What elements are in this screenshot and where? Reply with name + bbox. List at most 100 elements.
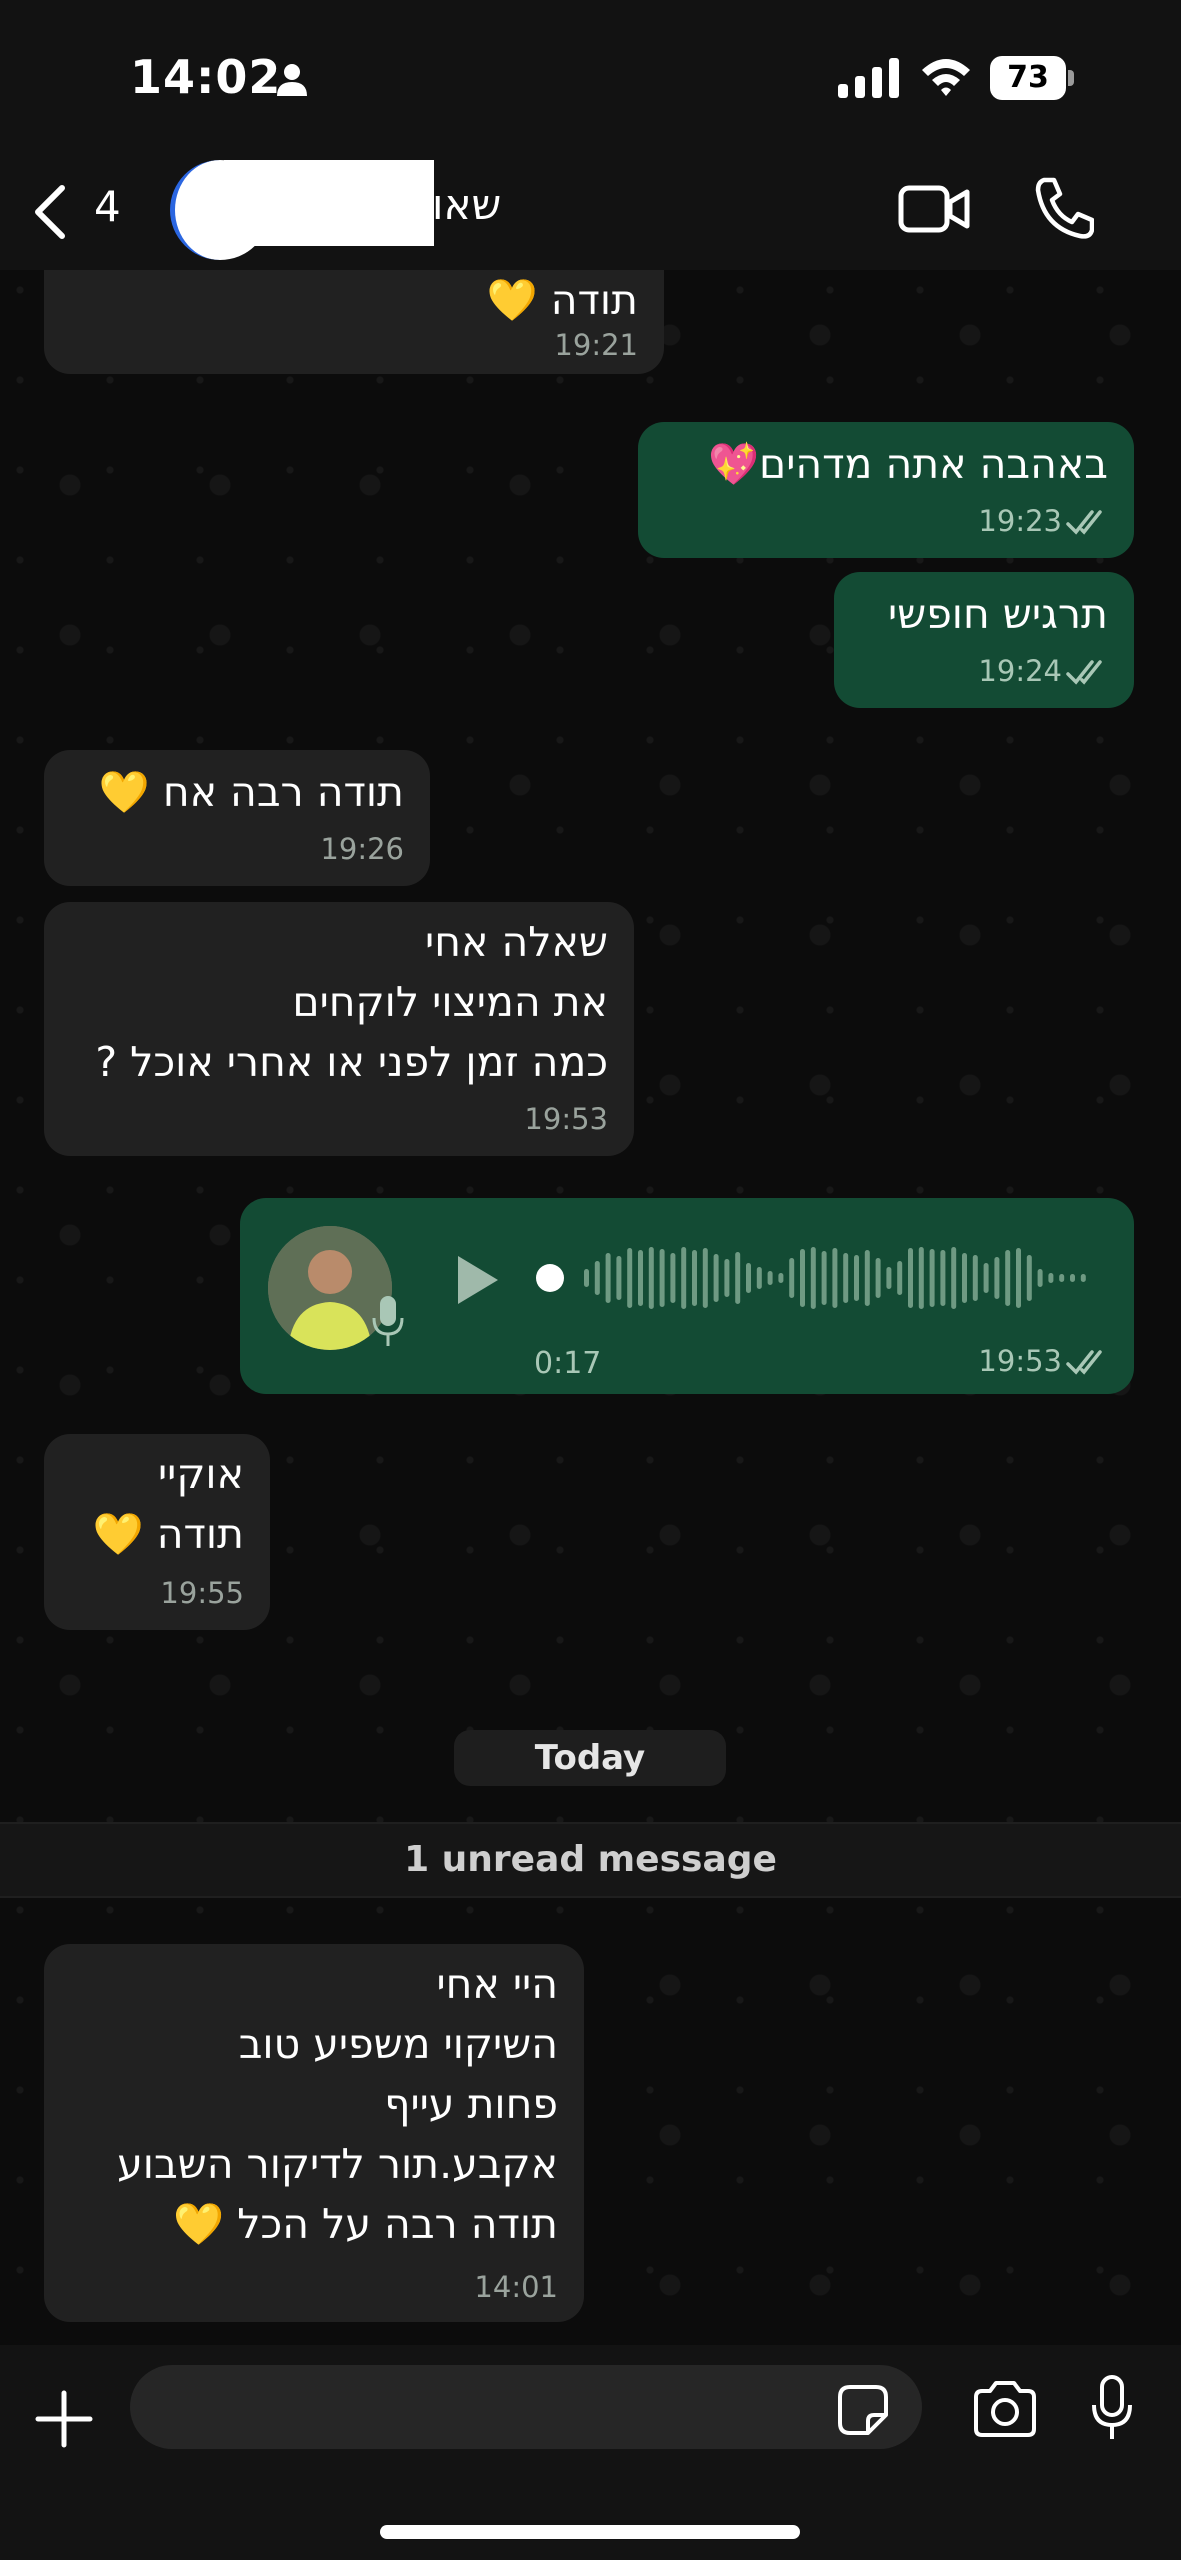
waveform-bar <box>962 1253 967 1303</box>
message-time: 19:55 <box>160 1576 244 1610</box>
waveform-bar <box>897 1261 903 1295</box>
waveform-bar <box>692 1250 697 1306</box>
waveform-bar <box>908 1248 913 1308</box>
message-text: תודה רבה אח 💛 <box>98 768 404 816</box>
person-icon <box>277 64 307 96</box>
battery-tip <box>1068 70 1074 86</box>
plus-icon[interactable] <box>34 2389 94 2449</box>
waveform-bar <box>605 1253 611 1303</box>
voice-message-outgoing[interactable]: 0:17 19:53 <box>240 1198 1134 1394</box>
voice-waveform[interactable] <box>536 1238 1096 1318</box>
waveform-bar <box>713 1254 719 1302</box>
waveform-bar <box>1048 1273 1054 1283</box>
waveform-bar <box>584 1269 589 1287</box>
message-incoming[interactable]: תודה 💛 19:21 <box>44 270 664 374</box>
message-text: אוקיי תודה 💛 <box>92 1450 244 1558</box>
waveform-bar <box>1080 1274 1086 1282</box>
waveform-bar <box>659 1249 665 1307</box>
chat-header: 4 שאו <box>0 160 1181 270</box>
signal-icon <box>838 58 899 98</box>
message-time: 19:23 <box>978 504 1062 538</box>
waveform-bar <box>1059 1274 1065 1282</box>
waveform-bar <box>627 1248 633 1308</box>
home-indicator <box>380 2525 800 2539</box>
waveform-bar <box>951 1247 957 1309</box>
status-time: 14:02 <box>130 50 282 104</box>
waveform-bar <box>756 1267 762 1289</box>
back-chevron-icon[interactable] <box>30 182 70 242</box>
message-time: 14:01 <box>474 2270 558 2304</box>
message-time: 19:53 <box>524 1102 608 1136</box>
message-text: תרגיש חופשי <box>887 590 1108 638</box>
message-incoming[interactable]: אוקיי תודה 💛 19:55 <box>44 1434 270 1630</box>
status-bar: 14:02 73 <box>0 0 1181 160</box>
unread-messages-banner: 1 unread message <box>0 1822 1181 1898</box>
waveform-bar <box>638 1250 643 1306</box>
play-icon[interactable] <box>452 1252 502 1308</box>
voice-duration: 0:17 <box>534 1346 602 1381</box>
waveform-bar <box>746 1263 751 1293</box>
message-text: היי אחי השיקוי משפיע טוב פחות עייף אקבע.… <box>117 1960 558 2248</box>
waveform-bar <box>972 1255 978 1301</box>
battery-level: 73 <box>1007 60 1049 95</box>
waveform-bar <box>843 1253 849 1303</box>
message-time: 19:21 <box>554 328 638 362</box>
waveform-scrubber <box>536 1264 564 1292</box>
wifi-icon <box>922 59 970 96</box>
waveform-bar <box>702 1248 708 1308</box>
waveform-bar <box>929 1249 935 1307</box>
double-check-icon <box>1066 660 1102 685</box>
message-outgoing[interactable]: תרגיש חופשי 19:24 <box>834 572 1134 708</box>
message-text: באהבה אתה מדהים💖 <box>707 440 1108 488</box>
message-text: שאלה אחי את המיצוי לוקחים כמה זמן לפני א… <box>95 918 608 1086</box>
message-time: 19:24 <box>978 654 1062 688</box>
waveform-bar <box>767 1271 773 1285</box>
message-incoming[interactable]: תודה רבה אח 💛 19:26 <box>44 750 430 886</box>
waveform-bar <box>616 1256 622 1300</box>
message-time: 19:53 <box>978 1344 1062 1378</box>
waveform-bar <box>1037 1269 1043 1287</box>
waveform-bar <box>648 1247 654 1309</box>
waveform-bar <box>875 1258 881 1298</box>
message-text: תודה 💛 <box>486 276 638 324</box>
mic-badge-icon <box>372 1296 404 1346</box>
message-incoming[interactable]: היי אחי השיקוי משפיע טוב פחות עייף אקבע.… <box>44 1944 584 2322</box>
waveform-bar <box>854 1255 859 1301</box>
mic-icon[interactable] <box>1090 2375 1134 2441</box>
waveform-bar <box>864 1250 870 1306</box>
double-check-icon <box>1066 1350 1102 1375</box>
redacted-name-block <box>224 160 434 246</box>
message-incoming[interactable]: שאלה אחי את המיצוי לוקחים כמה זמן לפני א… <box>44 902 634 1156</box>
double-check-icon <box>1066 510 1102 535</box>
chat-messages-area[interactable]: תודה 💛 19:21 באהבה אתה מדהים💖 19:23 תרגי… <box>0 270 1181 2345</box>
waveform-bar <box>594 1261 600 1295</box>
waveform-bar <box>983 1263 989 1293</box>
waveform-bar <box>918 1247 924 1309</box>
message-time: 19:26 <box>320 832 404 866</box>
waveform-bar <box>778 1273 784 1283</box>
waveform-bar <box>940 1250 946 1306</box>
waveform-bar <box>810 1247 816 1309</box>
back-unread-count[interactable]: 4 <box>94 182 121 231</box>
battery-indicator: 73 <box>990 56 1076 100</box>
waveform-bar <box>1070 1274 1075 1282</box>
waveform-bar <box>735 1252 741 1304</box>
waveform-bar <box>1026 1255 1032 1301</box>
message-input[interactable] <box>130 2365 922 2449</box>
waveform-bar <box>1016 1248 1021 1308</box>
date-separator: Today <box>454 1730 726 1786</box>
waveform-bar <box>681 1247 687 1309</box>
sticker-icon[interactable] <box>836 2383 890 2437</box>
contact-name[interactable]: שאו <box>432 180 501 229</box>
camera-icon[interactable] <box>972 2381 1038 2437</box>
composer-bar <box>0 2345 1181 2560</box>
waveform-bar <box>821 1251 827 1305</box>
waveform-bar <box>670 1253 676 1303</box>
waveform-bar <box>724 1259 730 1297</box>
phone-icon[interactable] <box>1034 176 1094 240</box>
waveform-bar <box>1005 1250 1011 1306</box>
video-call-icon[interactable] <box>898 182 970 236</box>
waveform-bar <box>800 1249 805 1307</box>
waveform-bar <box>789 1258 795 1298</box>
message-outgoing[interactable]: באהבה אתה מדהים💖 19:23 <box>638 422 1134 558</box>
